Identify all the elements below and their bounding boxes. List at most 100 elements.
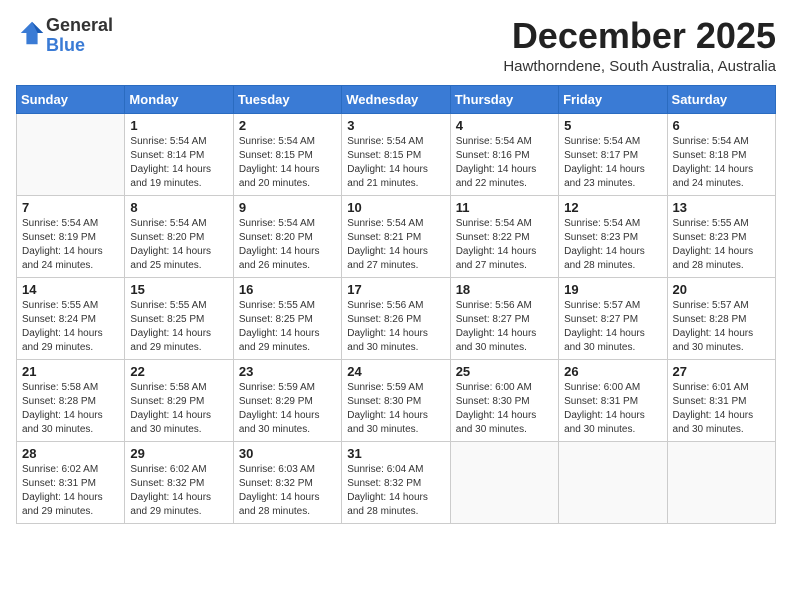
calendar-cell: 7 Sunrise: 5:54 AM Sunset: 8:19 PM Daylig…: [17, 195, 125, 277]
day-info: Sunrise: 5:59 AM Sunset: 8:29 PM Dayligh…: [239, 381, 336, 437]
day-number: 6: [673, 118, 770, 133]
day-info: Sunrise: 5:57 AM Sunset: 8:28 PM Dayligh…: [673, 299, 770, 355]
day-number: 18: [456, 282, 553, 297]
day-info: Sunrise: 5:56 AM Sunset: 8:27 PM Dayligh…: [456, 299, 553, 355]
calendar-cell: 17 Sunrise: 5:56 AM Sunset: 8:26 PM Dayli…: [342, 277, 450, 359]
calendar-table: SundayMondayTuesdayWednesdayThursdayFrid…: [16, 85, 776, 524]
calendar-cell: 5 Sunrise: 5:54 AM Sunset: 8:17 PM Daylig…: [559, 113, 667, 195]
calendar-cell: 6 Sunrise: 5:54 AM Sunset: 8:18 PM Daylig…: [667, 113, 775, 195]
day-info: Sunrise: 5:58 AM Sunset: 8:29 PM Dayligh…: [130, 381, 227, 437]
day-info: Sunrise: 5:54 AM Sunset: 8:16 PM Dayligh…: [456, 135, 553, 191]
day-info: Sunrise: 5:54 AM Sunset: 8:21 PM Dayligh…: [347, 217, 444, 273]
calendar-cell: [450, 441, 558, 523]
location-subtitle: Hawthorndene, South Australia, Australia: [503, 58, 776, 75]
day-number: 11: [456, 200, 553, 215]
day-info: Sunrise: 5:54 AM Sunset: 8:22 PM Dayligh…: [456, 217, 553, 273]
day-number: 26: [564, 364, 661, 379]
day-number: 17: [347, 282, 444, 297]
day-info: Sunrise: 5:54 AM Sunset: 8:17 PM Dayligh…: [564, 135, 661, 191]
day-info: Sunrise: 6:00 AM Sunset: 8:30 PM Dayligh…: [456, 381, 553, 437]
calendar-cell: 9 Sunrise: 5:54 AM Sunset: 8:20 PM Daylig…: [233, 195, 341, 277]
calendar-cell: 1Sunrise: 5:54 AM Sunset: 8:14 PM Daylig…: [125, 113, 233, 195]
calendar-cell: 25 Sunrise: 6:00 AM Sunset: 8:30 PM Dayli…: [450, 359, 558, 441]
day-number: 22: [130, 364, 227, 379]
day-number: 2: [239, 118, 336, 133]
calendar-cell: 15 Sunrise: 5:55 AM Sunset: 8:25 PM Dayli…: [125, 277, 233, 359]
calendar-week-row: 7 Sunrise: 5:54 AM Sunset: 8:19 PM Daylig…: [17, 195, 776, 277]
day-info: Sunrise: 5:54 AM Sunset: 8:18 PM Dayligh…: [673, 135, 770, 191]
day-number: 27: [673, 364, 770, 379]
day-info: Sunrise: 5:58 AM Sunset: 8:28 PM Dayligh…: [22, 381, 119, 437]
calendar-cell: 31 Sunrise: 6:04 AM Sunset: 8:32 PM Dayli…: [342, 441, 450, 523]
logo-blue: Blue: [46, 35, 85, 55]
weekday-header: Tuesday: [233, 85, 341, 113]
calendar-cell: 14 Sunrise: 5:55 AM Sunset: 8:24 PM Dayli…: [17, 277, 125, 359]
day-info: Sunrise: 5:55 AM Sunset: 8:24 PM Dayligh…: [22, 299, 119, 355]
day-number: 20: [673, 282, 770, 297]
day-info: Sunrise: 6:04 AM Sunset: 8:32 PM Dayligh…: [347, 463, 444, 519]
day-number: 25: [456, 364, 553, 379]
day-info: Sunrise: 5:55 AM Sunset: 8:25 PM Dayligh…: [130, 299, 227, 355]
day-info: Sunrise: 6:01 AM Sunset: 8:31 PM Dayligh…: [673, 381, 770, 437]
day-number: 30: [239, 446, 336, 461]
day-number: 16: [239, 282, 336, 297]
weekday-header: Wednesday: [342, 85, 450, 113]
day-number: 5: [564, 118, 661, 133]
day-number: 15: [130, 282, 227, 297]
calendar-cell: 10 Sunrise: 5:54 AM Sunset: 8:21 PM Dayli…: [342, 195, 450, 277]
day-info: Sunrise: 5:54 AM Sunset: 8:23 PM Dayligh…: [564, 217, 661, 273]
weekday-header: Monday: [125, 85, 233, 113]
day-number: 1: [130, 118, 227, 133]
calendar-cell: [559, 441, 667, 523]
calendar-week-row: 14 Sunrise: 5:55 AM Sunset: 8:24 PM Dayli…: [17, 277, 776, 359]
calendar-cell: [667, 441, 775, 523]
day-number: 3: [347, 118, 444, 133]
day-number: 28: [22, 446, 119, 461]
calendar-cell: 28Sunrise: 6:02 AM Sunset: 8:31 PM Dayli…: [17, 441, 125, 523]
day-info: Sunrise: 5:57 AM Sunset: 8:27 PM Dayligh…: [564, 299, 661, 355]
day-info: Sunrise: 5:55 AM Sunset: 8:25 PM Dayligh…: [239, 299, 336, 355]
month-title: December 2025: [503, 16, 776, 56]
day-number: 24: [347, 364, 444, 379]
calendar-cell: [17, 113, 125, 195]
calendar-cell: 20 Sunrise: 5:57 AM Sunset: 8:28 PM Dayli…: [667, 277, 775, 359]
calendar-cell: 8Sunrise: 5:54 AM Sunset: 8:20 PM Daylig…: [125, 195, 233, 277]
day-number: 19: [564, 282, 661, 297]
calendar-cell: 29Sunrise: 6:02 AM Sunset: 8:32 PM Dayli…: [125, 441, 233, 523]
calendar-cell: 21 Sunrise: 5:58 AM Sunset: 8:28 PM Dayli…: [17, 359, 125, 441]
day-info: Sunrise: 5:54 AM Sunset: 8:19 PM Dayligh…: [22, 217, 119, 273]
day-number: 31: [347, 446, 444, 461]
day-number: 23: [239, 364, 336, 379]
day-info: Sunrise: 6:00 AM Sunset: 8:31 PM Dayligh…: [564, 381, 661, 437]
calendar-week-row: 21 Sunrise: 5:58 AM Sunset: 8:28 PM Dayli…: [17, 359, 776, 441]
calendar-cell: 24 Sunrise: 5:59 AM Sunset: 8:30 PM Dayli…: [342, 359, 450, 441]
day-number: 4: [456, 118, 553, 133]
calendar-cell: 18 Sunrise: 5:56 AM Sunset: 8:27 PM Dayli…: [450, 277, 558, 359]
day-number: 21: [22, 364, 119, 379]
day-number: 9: [239, 200, 336, 215]
day-number: 12: [564, 200, 661, 215]
day-info: Sunrise: 5:56 AM Sunset: 8:26 PM Dayligh…: [347, 299, 444, 355]
calendar-cell: 13Sunrise: 5:55 AM Sunset: 8:23 PM Dayli…: [667, 195, 775, 277]
day-info: Sunrise: 5:54 AM Sunset: 8:15 PM Dayligh…: [347, 135, 444, 191]
day-number: 14: [22, 282, 119, 297]
weekday-header: Friday: [559, 85, 667, 113]
day-info: Sunrise: 6:02 AM Sunset: 8:32 PM Dayligh…: [130, 463, 227, 519]
title-block: December 2025 Hawthorndene, South Austra…: [503, 16, 776, 75]
calendar-cell: 12 Sunrise: 5:54 AM Sunset: 8:23 PM Dayli…: [559, 195, 667, 277]
calendar-week-row: 1Sunrise: 5:54 AM Sunset: 8:14 PM Daylig…: [17, 113, 776, 195]
day-info: Sunrise: 5:59 AM Sunset: 8:30 PM Dayligh…: [347, 381, 444, 437]
calendar-cell: 4 Sunrise: 5:54 AM Sunset: 8:16 PM Daylig…: [450, 113, 558, 195]
day-info: Sunrise: 6:03 AM Sunset: 8:32 PM Dayligh…: [239, 463, 336, 519]
day-info: Sunrise: 5:54 AM Sunset: 8:15 PM Dayligh…: [239, 135, 336, 191]
logo: General Blue: [16, 16, 113, 56]
calendar-cell: 3 Sunrise: 5:54 AM Sunset: 8:15 PM Daylig…: [342, 113, 450, 195]
day-number: 10: [347, 200, 444, 215]
weekday-header: Sunday: [17, 85, 125, 113]
weekday-header: Thursday: [450, 85, 558, 113]
day-number: 7: [22, 200, 119, 215]
day-info: Sunrise: 5:54 AM Sunset: 8:20 PM Dayligh…: [239, 217, 336, 273]
calendar-cell: 26 Sunrise: 6:00 AM Sunset: 8:31 PM Dayli…: [559, 359, 667, 441]
weekday-header-row: SundayMondayTuesdayWednesdayThursdayFrid…: [17, 85, 776, 113]
calendar-week-row: 28Sunrise: 6:02 AM Sunset: 8:31 PM Dayli…: [17, 441, 776, 523]
